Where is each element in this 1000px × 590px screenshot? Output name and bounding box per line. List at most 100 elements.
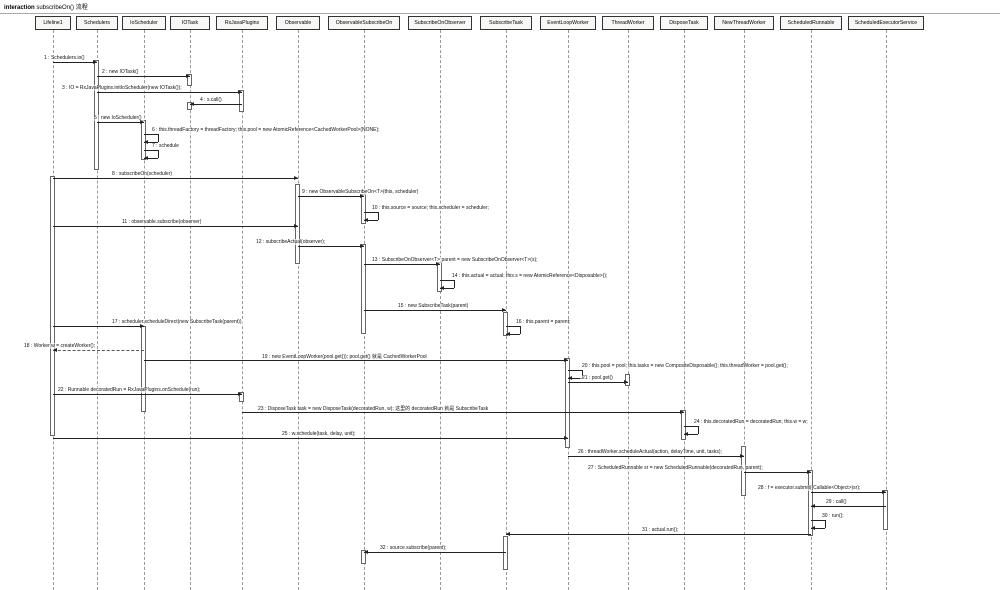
arrow-icon xyxy=(364,550,368,554)
message-line xyxy=(53,326,144,327)
arrow-icon xyxy=(360,194,364,198)
message-label: 32 : source.subscribe(parent); xyxy=(378,545,448,551)
lifeline-head-RxJavaPlugins: RxJavaPlugins xyxy=(216,16,268,30)
lifeline-head-NewThreadWorker: NewThreadWorker xyxy=(714,16,774,30)
message-label: 10 : this.source = source; this.schedule… xyxy=(370,205,491,211)
lifeline-head-EventLoopWorker: EventLoopWorker xyxy=(540,16,596,30)
activation xyxy=(141,326,146,412)
message-line xyxy=(242,412,684,413)
message-label: 23 : DisposeTask task = new DisposeTask(… xyxy=(256,405,490,412)
message-label: 26 : threadWorker.scheduleActual(action,… xyxy=(576,449,724,455)
activation xyxy=(50,176,55,436)
lifeline-head-ScheduledRunnable: ScheduledRunnable xyxy=(780,16,842,30)
message-label: 21 : pool.get() xyxy=(580,375,615,381)
message-label: 15 : new SubscribeTask(parent) xyxy=(396,303,470,309)
lifeline-head-SubscribeTask: SubscribeTask xyxy=(480,16,532,30)
lifeline-line xyxy=(190,30,191,590)
message-label: 29 : call() xyxy=(824,499,849,505)
lifeline-head-ScheduledExecutorService: ScheduledExecutorService xyxy=(848,16,924,30)
message-label: 8 : subscribeOn(scheduler) xyxy=(110,171,174,177)
arrow-icon xyxy=(436,262,440,266)
message-line xyxy=(53,62,97,63)
lifeline-head-ObservableSubscribeOn: ObservableSubscribeOn xyxy=(328,16,400,30)
message-label: 20 : this.pool = pool; this.tasks = new … xyxy=(580,363,790,369)
message-line xyxy=(364,310,506,311)
arrow-icon xyxy=(190,102,194,106)
arrow-icon xyxy=(360,244,364,248)
message-label: 22 : Runnable decoratedRun = RxJavaPlugi… xyxy=(56,387,202,393)
lifeline-head-IoScheduler: IoScheduler xyxy=(122,16,166,30)
message-line xyxy=(53,394,242,395)
arrow-icon xyxy=(238,392,242,396)
arrow-icon xyxy=(506,532,510,536)
lifeline-head-SubscribeOnObserver: SubscribeOnObserver xyxy=(408,16,472,30)
arrow-icon xyxy=(238,90,242,94)
lifeline-line xyxy=(628,30,629,590)
message-line xyxy=(53,178,298,179)
message-label: 4 : s.call() xyxy=(198,97,224,103)
lifeline-line xyxy=(684,30,685,590)
activation xyxy=(503,536,508,570)
message-label: 3 : IO = RxJavaPlugins.initIoScheduler(n… xyxy=(60,85,184,91)
arrow-icon xyxy=(294,224,298,228)
lifeline-line xyxy=(298,30,299,590)
message-label: 27 : ScheduledRunnable sr = new Schedule… xyxy=(586,465,765,471)
arrow-icon xyxy=(740,454,744,458)
message-line xyxy=(97,122,144,123)
message-label: 18 : Worker w = createWorker(); xyxy=(22,343,97,349)
message-label: 5 : new IoScheduler() xyxy=(92,115,144,121)
lifeline-line xyxy=(744,30,745,590)
arrow-icon xyxy=(811,504,815,508)
lifeline-head-DisposeTask: DisposeTask xyxy=(660,16,708,30)
message-label: 19 : new EventLoopWorker(pool.get()); po… xyxy=(260,353,429,360)
arrow-icon xyxy=(624,380,628,384)
arrow-icon xyxy=(140,120,144,124)
arrow-icon xyxy=(140,324,144,328)
message-label: 12 : subscribeActual(observer); xyxy=(254,239,327,245)
arrow-icon xyxy=(502,308,506,312)
message-line xyxy=(97,76,190,77)
message-line xyxy=(53,226,298,227)
message-line xyxy=(506,534,811,535)
message-label: 28 : f = executor.submit((Callable<Objec… xyxy=(756,485,862,491)
arrow-icon xyxy=(564,358,568,362)
message-line xyxy=(298,246,364,247)
arrow-icon xyxy=(680,410,684,414)
lifeline-line xyxy=(144,30,145,590)
message-line xyxy=(811,492,886,493)
arrow-icon xyxy=(564,436,568,440)
lifeline-head-Schedulers: Schedulers xyxy=(76,16,118,30)
message-label: 11 : observable.subscribe(observer) xyxy=(120,219,203,225)
message-label: 14 : this.actual = actual; this.s = new … xyxy=(450,273,609,279)
message-label: 17 : scheduler.scheduleDirect(new Subscr… xyxy=(110,319,244,325)
arrow-icon xyxy=(186,74,190,78)
message-label: 7 : schedule xyxy=(150,143,181,149)
activation xyxy=(565,358,570,448)
message-line xyxy=(97,92,242,93)
message-line xyxy=(744,472,811,473)
message-line xyxy=(190,104,242,105)
message-line xyxy=(53,350,144,351)
lifeline-head-Observable: Observable xyxy=(276,16,320,30)
lifeline-line xyxy=(242,30,243,590)
activation xyxy=(883,490,888,530)
message-line xyxy=(364,552,506,553)
message-label: 30 : run(); xyxy=(820,513,846,519)
activation xyxy=(361,244,366,334)
message-label: 1 : Schedulers.io() xyxy=(42,55,87,61)
message-line xyxy=(298,196,364,197)
lifeline-head-Lifeline1: Lifeline1 xyxy=(35,16,71,30)
message-line xyxy=(811,506,886,507)
lifeline-head-ThreadWorker: ThreadWorker xyxy=(602,16,654,30)
arrow-icon xyxy=(294,176,298,180)
message-line xyxy=(364,264,440,265)
message-label: 31 : actual.run(); xyxy=(640,527,680,533)
arrow-icon xyxy=(807,470,811,474)
message-label: 25 : w.schedule(task, delay, unit); xyxy=(280,431,358,437)
sequence-diagram-canvas: Lifeline1SchedulersIoSchedulerIOTaskRxJa… xyxy=(0,14,1000,590)
message-label: 2 : new IOTask() xyxy=(100,69,140,75)
message-line xyxy=(53,438,568,439)
message-label: 13 : SubscribeOnObserver<T> parent = new… xyxy=(370,257,540,263)
arrow-icon xyxy=(882,490,886,494)
arrow-icon xyxy=(53,348,57,352)
